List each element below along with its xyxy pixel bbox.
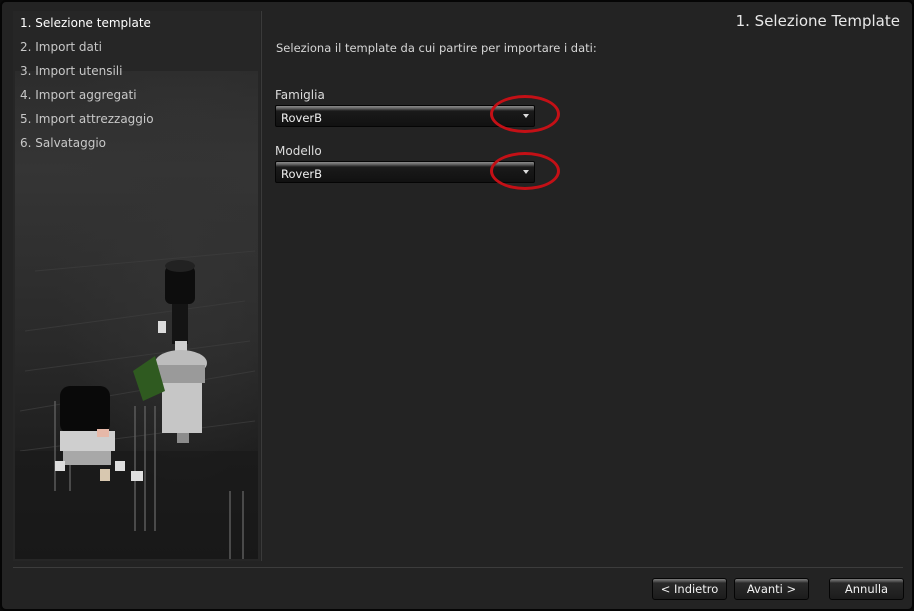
back-button[interactable]: < Indietro bbox=[652, 578, 727, 600]
step-item[interactable]: 4. Import aggregati bbox=[13, 83, 260, 107]
family-select-value: RoverB bbox=[281, 111, 323, 125]
step-item[interactable]: 2. Import dati bbox=[13, 35, 260, 59]
family-label: Famiglia bbox=[275, 88, 325, 102]
cancel-button[interactable]: Annulla bbox=[829, 578, 904, 600]
step-item[interactable]: 3. Import utensili bbox=[13, 59, 260, 83]
highlight-circle-annotation bbox=[490, 95, 560, 133]
step-list: 1. Selezione template 2. Import dati 3. Im… bbox=[13, 11, 260, 155]
step-item[interactable]: 1. Selezione template bbox=[13, 11, 260, 35]
step-item[interactable]: 5. Import attrezzaggio bbox=[13, 107, 260, 131]
footer-divider bbox=[13, 567, 903, 568]
steps-panel: 1. Selezione template 2. Import dati 3. Im… bbox=[13, 11, 260, 561]
instruction-text: Seleziona il template da cui partire per… bbox=[276, 41, 597, 55]
panel-divider bbox=[261, 11, 262, 561]
step-item[interactable]: 6. Salvataggio bbox=[13, 131, 260, 155]
page-title: 1. Selezione Template bbox=[735, 12, 900, 30]
model-label: Modello bbox=[275, 144, 322, 158]
highlight-circle-annotation bbox=[490, 152, 560, 190]
next-button[interactable]: Avanti > bbox=[734, 578, 809, 600]
wizard-window: 1. Selezione template 2. Import dati 3. Im… bbox=[0, 0, 914, 611]
model-select-value: RoverB bbox=[281, 167, 323, 181]
